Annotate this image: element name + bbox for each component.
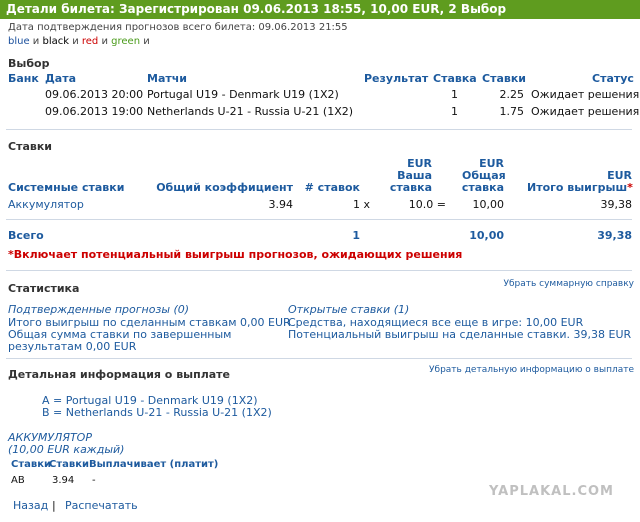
back-link[interactable]: Назад xyxy=(13,499,48,512)
color-sep: и xyxy=(140,36,150,47)
bet-total: 10,00 xyxy=(472,198,505,211)
print-link[interactable]: Распечатать xyxy=(65,499,138,512)
bet-coef: 3.94 xyxy=(268,198,294,211)
col-system-bets: Системные ставки xyxy=(8,181,125,194)
payout-col-pays: Выплачивает (платит) xyxy=(89,459,219,470)
divider xyxy=(6,129,632,130)
row2-date: 09.06.2013 19:00 xyxy=(45,105,144,118)
divider xyxy=(6,270,632,271)
color-blue: blue xyxy=(8,36,30,47)
selection-b: B = Netherlands U-21 - Russia U-21 (1X2) xyxy=(42,406,272,419)
stats-potential-win: Потенциальный выигрыш на сделанные ставк… xyxy=(288,328,632,341)
bet-win: 39,38 xyxy=(600,198,633,211)
open-bets: Открытые ставки (1) xyxy=(288,303,410,316)
col-total-coef: Общий коэффициент xyxy=(156,181,293,194)
bet-stake: 10.0 = xyxy=(408,198,446,211)
color-sep: и xyxy=(29,36,43,47)
total-win: 39,38 xyxy=(597,229,632,242)
accumulator-subtitle: (10,00 EUR каждый) xyxy=(8,443,125,456)
win-star: * xyxy=(627,181,633,194)
stats-section-title: Статистика xyxy=(8,282,80,295)
payout-col-bets-2: Ставки xyxy=(49,459,90,470)
total-label: Всего xyxy=(8,229,44,242)
col-stake: Ставка xyxy=(433,72,477,85)
col-status: Статус xyxy=(592,72,634,85)
stats-total-stake-2: результатам 0,00 EUR xyxy=(8,340,137,353)
payout-section-title: Детальная информация о выплате xyxy=(8,368,231,381)
row2-status: Ожидает решения xyxy=(531,105,640,118)
confirm-date: Дата подтверждения прогнозов всего билет… xyxy=(8,22,348,33)
confirmed-predictions: Подтвержденные прогнозы (0) xyxy=(8,303,190,316)
hide-summary-link[interactable]: Убрать суммарную справку xyxy=(503,279,634,289)
your-stake-label-2: ставка xyxy=(389,181,432,194)
footer-separator: | xyxy=(52,499,56,512)
title-bar: Детали билета: Зарегистрирован 09.06.201… xyxy=(0,0,640,19)
row2-match: Netherlands U-21 - Russia U-21 (1X2) xyxy=(147,105,354,118)
color-sep: и xyxy=(98,36,112,47)
row1-match: Portugal U19 - Denmark U19 (1X2) xyxy=(147,88,339,101)
col-odds: Ставки xyxy=(482,72,527,85)
col-result: Результат xyxy=(364,72,429,85)
row2-stake: 1 xyxy=(451,105,458,118)
potential-win-note: *Включает потенциальный выигрыш прогнозо… xyxy=(8,248,463,261)
row1-odds: 2.25 xyxy=(499,88,525,101)
row1-stake: 1 xyxy=(451,88,458,101)
color-red: red xyxy=(81,36,99,47)
total-count: 1 xyxy=(352,229,360,242)
payout-combo: AB xyxy=(11,475,25,486)
row1-status: Ожидает решения xyxy=(531,88,640,101)
total-stake: 10,00 xyxy=(469,229,504,242)
payout-amount: - xyxy=(92,475,96,486)
choice-section-title: Выбор xyxy=(8,57,50,70)
ticket-title: Детали билета: Зарегистрирован 09.06.201… xyxy=(6,2,507,16)
payout-odds: 3.94 xyxy=(52,475,75,486)
payout-col-bets-1: Ставки xyxy=(11,459,52,470)
hide-payout-details-link[interactable]: Убрать детальную информацию о выплате xyxy=(429,365,634,375)
color-green: green xyxy=(111,36,141,47)
bet-count: 1 x xyxy=(352,198,370,211)
watermark-logo: YAPLAKAL.COM xyxy=(489,484,614,499)
row1-date: 09.06.2013 20:00 xyxy=(45,88,144,101)
color-black: black xyxy=(42,36,70,47)
col-total-win: Итого выигрыш* xyxy=(527,181,633,194)
bets-section-title: Ставки xyxy=(8,140,53,153)
color-legend: blue и black и red и green и xyxy=(8,36,150,47)
col-bet-count: # ставок xyxy=(304,181,360,194)
row2-odds: 1.75 xyxy=(499,105,525,118)
divider xyxy=(6,358,632,359)
divider xyxy=(6,219,632,220)
color-sep: и xyxy=(69,36,82,47)
col-total-win-label: Итого выигрыш xyxy=(527,181,628,194)
col-bank: Банк xyxy=(8,72,39,85)
bet-type-name: Аккумулятор xyxy=(8,198,84,211)
col-matches: Матчи xyxy=(147,72,188,85)
total-stake-label-2: ставка xyxy=(461,181,504,194)
col-date: Дата xyxy=(45,72,77,85)
